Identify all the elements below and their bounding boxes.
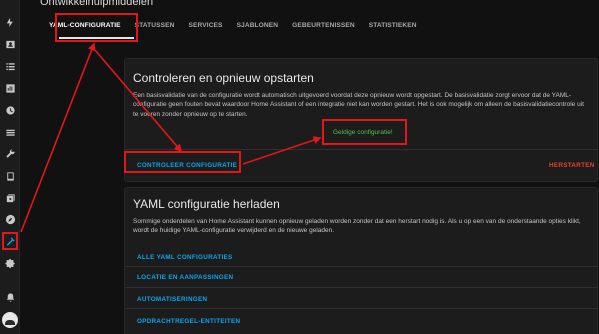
- row-divider: [125, 266, 597, 267]
- card-divider: [125, 149, 597, 150]
- person-card-icon[interactable]: [3, 37, 17, 51]
- yaml-reload-card: YAML configuratie herladen Sommige onder…: [124, 187, 598, 334]
- card-title: YAML configuratie herladen: [133, 197, 280, 211]
- sidebar: [0, 0, 20, 334]
- history-icon[interactable]: [3, 103, 17, 117]
- compass-icon[interactable]: [3, 212, 17, 226]
- valid-config-message: Geldige configuratie!: [333, 129, 393, 136]
- reload-command-line-button[interactable]: OPDRACHTREGEL-ENTITEITEN: [137, 318, 240, 325]
- reload-automations-button[interactable]: AUTOMATISERINGEN: [137, 296, 207, 303]
- tab-services[interactable]: SERVICES: [182, 15, 230, 37]
- card-title: Controleren en opnieuw opstarten: [133, 71, 314, 85]
- tab-sjablonen[interactable]: SJABLONEN: [230, 15, 286, 37]
- restart-button[interactable]: HERSTARTEN: [549, 162, 595, 169]
- row-divider: [125, 308, 597, 309]
- layers-icon[interactable]: [3, 125, 17, 139]
- page-title: Ontwikkelhulpmiddelen: [40, 0, 154, 8]
- card-description: Sommige onderdelen van Home Assistant ku…: [133, 218, 581, 235]
- chart-icon[interactable]: [3, 81, 17, 95]
- row-divider: [125, 287, 597, 288]
- reload-all-yaml-button[interactable]: ALLE YAML CONFIGURATIES: [137, 254, 233, 261]
- media-icon[interactable]: [3, 191, 17, 205]
- list-icon[interactable]: [3, 59, 17, 73]
- hammer-highlight-box: [2, 232, 18, 250]
- tab-statistieken[interactable]: STATISTIEKEN: [362, 15, 424, 37]
- tab-gebeurtenissen[interactable]: GEBEURTENISSEN: [285, 15, 362, 37]
- tablet-icon[interactable]: [3, 169, 17, 183]
- check-button-highlight-box: [124, 151, 241, 173]
- tab-highlight-box: [55, 13, 138, 42]
- bolt-icon[interactable]: [3, 15, 17, 29]
- bell-icon[interactable]: [3, 290, 17, 304]
- arrow-sidebar-to-tab: [20, 42, 96, 233]
- gear-icon[interactable]: [3, 256, 17, 270]
- wrench-icon[interactable]: [3, 147, 17, 161]
- card-description: Een basisvalidatie van de configuratie w…: [133, 92, 584, 118]
- reload-location-button[interactable]: LOCATIE EN AANPASSINGEN: [137, 274, 233, 281]
- avatar[interactable]: [2, 312, 18, 328]
